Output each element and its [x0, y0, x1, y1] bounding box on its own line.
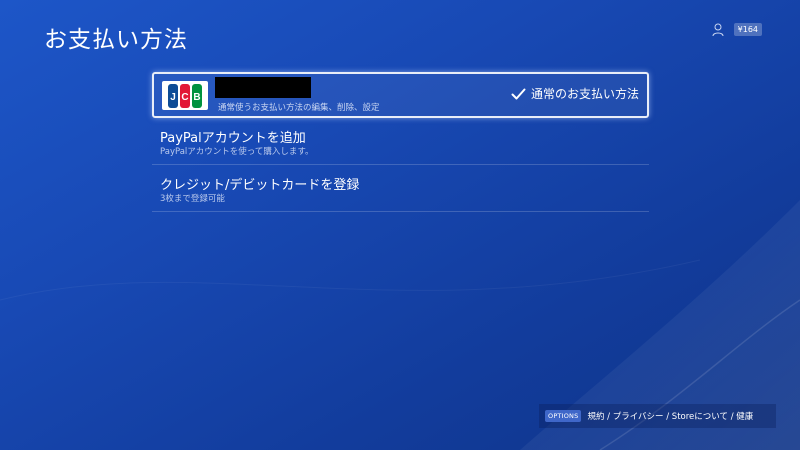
jcb-logo: J C B: [162, 81, 208, 110]
default-payment-indicator: 通常のお支払い方法: [511, 85, 639, 102]
check-icon: [511, 88, 526, 99]
add-paypal-description: PayPalアカウントを使って購入します。: [160, 147, 314, 157]
payment-method-list: J C B 通常使うお支払い方法の編集、削除、設定 通常のお支払い方法 PayP…: [152, 72, 649, 212]
card-description: 通常使うお支払い方法の編集、削除、設定: [218, 103, 380, 113]
registered-card-item[interactable]: J C B 通常使うお支払い方法の編集、削除、設定 通常のお支払い方法: [152, 72, 649, 118]
footer-options-bar: OPTIONS 規約 / プライバシー / Storeについて / 健康: [539, 404, 776, 428]
footer-links: 規約 / プライバシー / Storeについて / 健康: [587, 412, 754, 422]
add-card-item[interactable]: クレジット/デビットカードを登録 3枚まで登録可能: [152, 165, 649, 212]
svg-text:B: B: [193, 92, 200, 103]
svg-text:J: J: [170, 92, 176, 103]
page-title: お支払い方法: [44, 27, 188, 53]
add-paypal-title: PayPalアカウントを追加: [160, 131, 306, 146]
add-card-title: クレジット/デビットカードを登録: [160, 178, 360, 193]
user-silhouette-icon: [712, 22, 724, 37]
background-wave: [0, 200, 800, 450]
add-paypal-item[interactable]: PayPalアカウントを追加 PayPalアカウントを使って購入します。: [152, 118, 649, 165]
options-button[interactable]: OPTIONS: [545, 410, 582, 422]
add-card-description: 3枚まで登録可能: [160, 194, 225, 204]
default-payment-label: 通常のお支払い方法: [530, 87, 639, 101]
svg-text:C: C: [181, 92, 188, 103]
card-name-redacted: [215, 77, 311, 98]
wallet-balance: ¥164: [733, 22, 762, 36]
header-status: ¥164: [712, 22, 762, 37]
